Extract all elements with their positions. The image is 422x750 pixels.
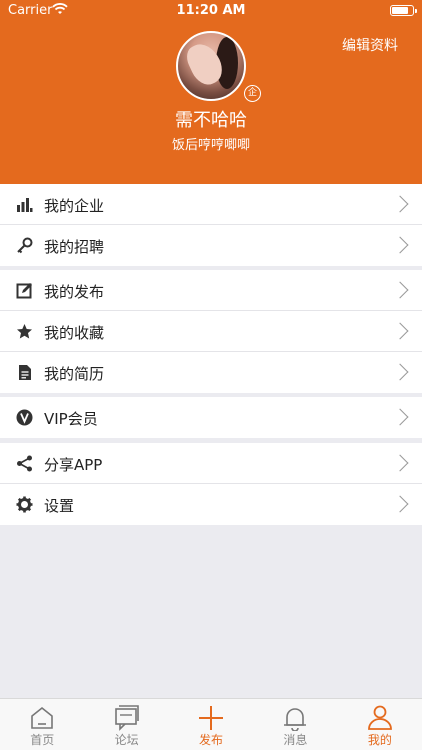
tab-label: 我的 xyxy=(367,733,392,747)
menu-item-my-recruitment[interactable]: 我的招聘 xyxy=(0,225,422,266)
vip-icon xyxy=(16,409,33,426)
menu-item-share-app[interactable]: 分享APP xyxy=(0,443,422,484)
tab-messages[interactable]: 消息 xyxy=(253,699,337,750)
menu-group-vip: VIP会员 xyxy=(0,397,422,438)
menu-item-label: 我的收藏 xyxy=(44,324,105,342)
tab-label: 消息 xyxy=(283,733,308,747)
chevron-right-icon xyxy=(391,408,409,426)
menu-item-my-favorites[interactable]: 我的收藏 xyxy=(0,311,422,352)
profile-header: Carrier 11:20 AM 编辑资料 企 需不哈哈 饭后哼哼唧唧 xyxy=(0,0,422,184)
home-icon xyxy=(31,706,54,729)
menu-item-label: 我的招聘 xyxy=(44,238,105,256)
tab-publish[interactable]: 发布 xyxy=(169,699,253,750)
chevron-right-icon xyxy=(391,195,409,213)
menu-group-company: 我的企业 我的招聘 xyxy=(0,184,422,266)
tab-label: 发布 xyxy=(199,733,224,747)
bell-icon xyxy=(284,708,307,731)
menu-item-my-company[interactable]: 我的企业 xyxy=(0,184,422,225)
menu-group-app: 分享APP 设置 xyxy=(0,443,422,525)
menu-item-vip[interactable]: VIP会员 xyxy=(0,397,422,438)
share-icon xyxy=(17,455,32,472)
plus-icon xyxy=(199,706,224,730)
chevron-right-icon xyxy=(391,281,409,299)
menu-item-label: 设置 xyxy=(44,497,75,515)
enterprise-badge: 企 xyxy=(244,85,261,102)
tab-bar: 首页 论坛 发布 消息 我的 xyxy=(0,698,422,750)
status-bar: Carrier 11:20 AM xyxy=(0,0,422,22)
document-icon xyxy=(19,365,31,380)
menu-item-label: 分享APP xyxy=(44,456,103,474)
tab-home[interactable]: 首页 xyxy=(0,699,84,750)
username: 需不哈哈 xyxy=(175,110,247,131)
edit-profile-link[interactable]: 编辑资料 xyxy=(342,35,398,55)
key-icon xyxy=(17,237,33,254)
menu-item-label: 我的企业 xyxy=(44,197,105,215)
chevron-right-icon xyxy=(391,236,409,254)
user-motto: 饭后哼哼唧唧 xyxy=(171,138,250,153)
chevron-right-icon xyxy=(391,495,409,513)
edit-icon xyxy=(16,283,32,299)
chevron-right-icon xyxy=(391,322,409,340)
star-icon xyxy=(17,324,32,339)
avatar[interactable] xyxy=(176,31,246,101)
menu-item-label: 我的发布 xyxy=(44,283,105,301)
profile-icon xyxy=(367,705,392,730)
battery-icon xyxy=(390,5,417,16)
tab-forum[interactable]: 论坛 xyxy=(84,699,168,750)
menu-item-my-resume[interactable]: 我的简历 xyxy=(0,352,422,393)
menu-item-label: VIP会员 xyxy=(44,410,98,428)
settings-gear-icon xyxy=(16,496,33,513)
tab-label: 首页 xyxy=(30,733,55,747)
menu-group-content: 我的发布 我的收藏 我的简历 xyxy=(0,270,422,393)
tab-label: 论坛 xyxy=(114,733,139,747)
menu-item-label: 我的简历 xyxy=(44,365,105,383)
tab-profile[interactable]: 我的 xyxy=(338,699,422,750)
chevron-right-icon xyxy=(391,454,409,472)
status-time: 11:20 AM xyxy=(176,3,246,18)
chevron-right-icon xyxy=(391,363,409,381)
building-chart-icon xyxy=(17,198,33,212)
forum-icon xyxy=(114,705,139,731)
menu-item-settings[interactable]: 设置 xyxy=(0,484,422,525)
menu-item-my-posts[interactable]: 我的发布 xyxy=(0,270,422,311)
